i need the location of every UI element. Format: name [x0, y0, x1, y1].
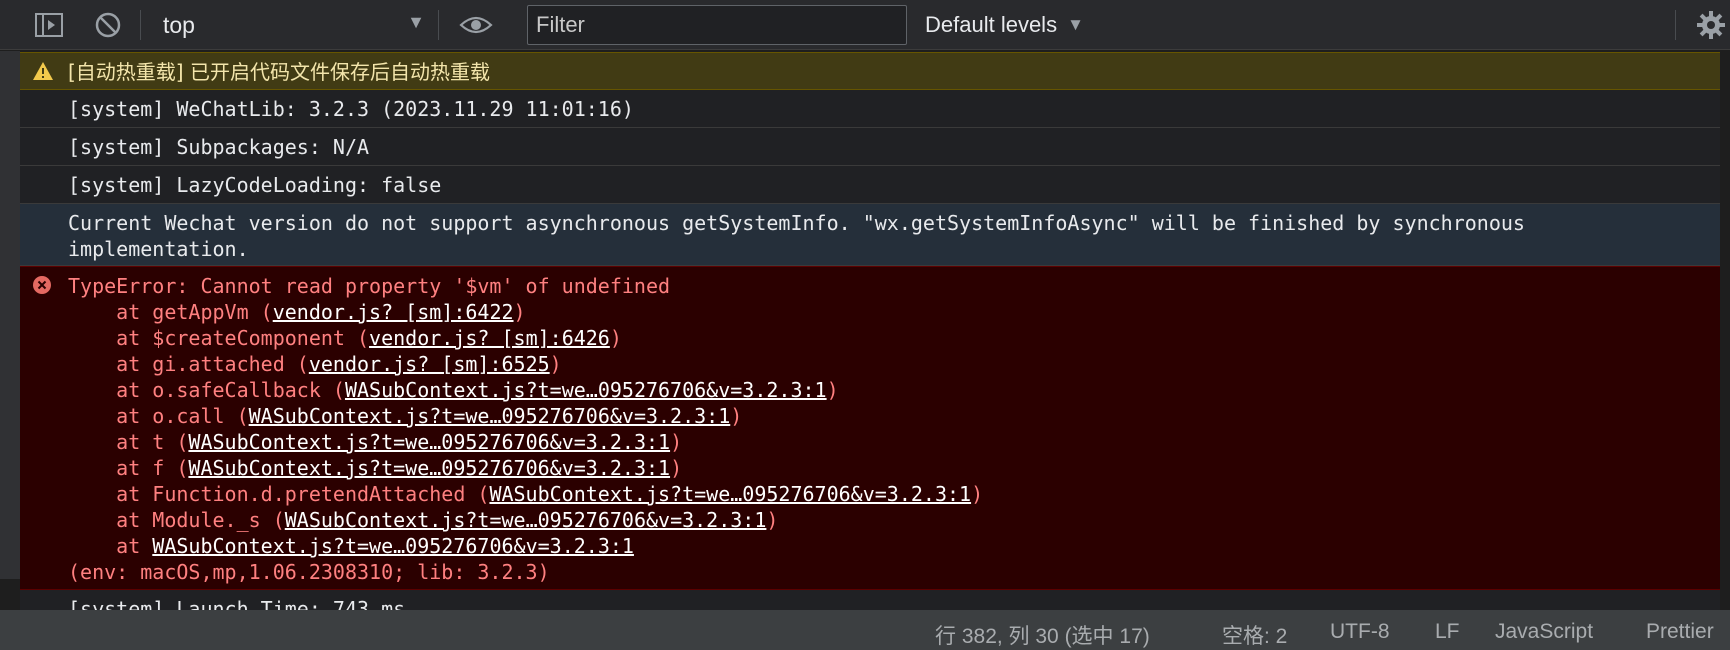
- source-link[interactable]: WASubContext.js?t=we…095276706&v=3.2.3:1: [285, 508, 767, 532]
- stack-frame: at t (WASubContext.js?t=we…095276706&v=3…: [68, 429, 1720, 455]
- stack-frame-function: at: [68, 534, 153, 558]
- settings-button[interactable]: [1696, 0, 1726, 50]
- status-bar: 行 382, 列 30 (选中 17) 空格: 2 UTF-8 LF JavaS…: [0, 610, 1730, 650]
- stack-frame-suffix: ): [826, 378, 839, 402]
- stack-frame-function: at getAppVm (: [68, 300, 273, 324]
- source-link[interactable]: WASubContext.js?t=we…095276706&v=3.2.3:1: [188, 456, 670, 480]
- console-message[interactable]: [system] Launch Time: 743 ms: [20, 590, 1720, 610]
- source-link[interactable]: WASubContext.js?t=we…095276706&v=3.2.3:1: [249, 404, 731, 428]
- error-icon: [33, 276, 51, 294]
- live-expression-button[interactable]: [459, 0, 493, 50]
- stack-frame-suffix: ): [766, 508, 779, 532]
- left-gutter: [0, 51, 20, 579]
- message-text: [system] Subpackages: N/A: [68, 135, 370, 159]
- stack-frame-suffix: ): [670, 456, 683, 480]
- stack-frame-function: at Module._s (: [68, 508, 285, 532]
- source-link[interactable]: vendor.js? [sm]:6525: [309, 352, 550, 376]
- stack-frame: at o.safeCallback (WASubContext.js?t=we……: [68, 377, 1720, 403]
- encoding[interactable]: UTF-8: [1330, 620, 1390, 644]
- log-levels-label: Default levels: [925, 12, 1058, 37]
- console-message[interactable]: [system] Subpackages: N/A: [20, 128, 1720, 166]
- source-link[interactable]: WASubContext.js?t=we…095276706&v=3.2.3:1: [188, 430, 670, 454]
- stack-frame-function: at f (: [68, 456, 189, 480]
- source-link[interactable]: vendor.js? [sm]:6422: [273, 300, 514, 324]
- indentation[interactable]: 空格: 2: [1222, 620, 1287, 650]
- stack-frame-function: at o.call (: [68, 404, 249, 428]
- message-text: [system] LazyCodeLoading: false: [68, 173, 442, 197]
- message-text: [system] WeChatLib: 3.2.3 (2023.11.29 11…: [68, 97, 634, 121]
- end-of-line[interactable]: LF: [1435, 620, 1460, 644]
- stack-frame: at f (WASubContext.js?t=we…095276706&v=3…: [68, 455, 1720, 481]
- console-message[interactable]: [system] WeChatLib: 3.2.3 (2023.11.29 11…: [20, 90, 1720, 128]
- console-toolbar: top ▼ Default levels ▼: [0, 0, 1730, 50]
- filter-box: [527, 5, 907, 45]
- sidebar-toggle-icon: [35, 13, 63, 37]
- error-env: (env: macOS,mp,1.06.2308310; lib: 3.2.3): [68, 560, 550, 584]
- error-stack: at getAppVm (vendor.js? [sm]:6422) at $c…: [68, 299, 1720, 559]
- console-message-error[interactable]: TypeError: Cannot read property '$vm' of…: [20, 266, 1720, 590]
- stack-frame-function: at o.safeCallback (: [68, 378, 345, 402]
- clear-console-button[interactable]: [94, 0, 122, 50]
- source-link[interactable]: WASubContext.js?t=we…095276706&v=3.2.3:1: [345, 378, 827, 402]
- stack-frame-suffix: ): [730, 404, 743, 428]
- message-text: [自动热重载] 已开启代码文件保存后自动热重载: [68, 60, 490, 84]
- stack-frame: at o.call (WASubContext.js?t=we…09527670…: [68, 403, 1720, 429]
- source-link[interactable]: WASubContext.js?t=we…095276706&v=3.2.3:1: [489, 482, 971, 506]
- log-levels-dropdown[interactable]: Default levels ▼: [925, 0, 1084, 50]
- clear-console-icon: [95, 12, 121, 38]
- sidebar-toggle-button[interactable]: [34, 0, 64, 50]
- message-text: [system] Launch Time: 743 ms: [68, 597, 406, 610]
- filter-input[interactable]: [536, 6, 906, 44]
- stack-frame: at getAppVm (vendor.js? [sm]:6422): [68, 299, 1720, 325]
- console-message-info[interactable]: Current Wechat version do not support as…: [20, 204, 1720, 266]
- stack-frame-function: at t (: [68, 430, 189, 454]
- stack-frame: at gi.attached (vendor.js? [sm]:6525): [68, 351, 1720, 377]
- stack-frame: at $createComponent (vendor.js? [sm]:642…: [68, 325, 1720, 351]
- stack-frame: at Module._s (WASubContext.js?t=we…09527…: [68, 507, 1720, 533]
- stack-frame-function: at $createComponent (: [68, 326, 370, 350]
- source-link[interactable]: vendor.js? [sm]:6426: [369, 326, 610, 350]
- console-message[interactable]: [system] LazyCodeLoading: false: [20, 166, 1720, 204]
- toolbar-divider: [438, 10, 439, 40]
- cursor-position[interactable]: 行 382, 列 30 (选中 17): [935, 620, 1150, 650]
- stack-frame-suffix: ): [549, 352, 562, 376]
- stack-frame-suffix: ): [609, 326, 622, 350]
- stack-frame-suffix: ): [971, 482, 984, 506]
- stack-frame-function: at Function.d.pretendAttached (: [68, 482, 490, 506]
- gear-icon: [1697, 11, 1725, 39]
- language-mode[interactable]: JavaScript: [1495, 620, 1593, 644]
- stack-frame: at WASubContext.js?t=we…095276706&v=3.2.…: [68, 533, 1720, 559]
- source-link[interactable]: WASubContext.js?t=we…095276706&v=3.2.3:1: [152, 534, 634, 558]
- chevron-down-icon: ▼: [1067, 15, 1084, 34]
- stack-frame: at Function.d.pretendAttached (WASubCont…: [68, 481, 1720, 507]
- context-label: top: [163, 11, 195, 38]
- stack-frame-suffix: ): [670, 430, 683, 454]
- message-text: Current Wechat version do not support as…: [68, 211, 1525, 261]
- formatter[interactable]: Prettier: [1646, 620, 1714, 644]
- context-selector[interactable]: top ▼: [163, 0, 425, 50]
- console-message-warning[interactable]: [自动热重载] 已开启代码文件保存后自动热重载: [20, 52, 1720, 90]
- chevron-down-icon: ▼: [407, 12, 425, 32]
- stack-frame-function: at gi.attached (: [68, 352, 309, 376]
- toolbar-divider: [140, 10, 141, 40]
- stack-frame-suffix: ): [513, 300, 526, 324]
- console-messages: [自动热重载] 已开启代码文件保存后自动热重载 [system] WeChatL…: [20, 52, 1720, 610]
- warning-icon: [33, 62, 53, 80]
- error-title: TypeError: Cannot read property '$vm' of…: [68, 274, 671, 298]
- toolbar-divider: [1675, 10, 1676, 40]
- eye-icon: [459, 16, 493, 34]
